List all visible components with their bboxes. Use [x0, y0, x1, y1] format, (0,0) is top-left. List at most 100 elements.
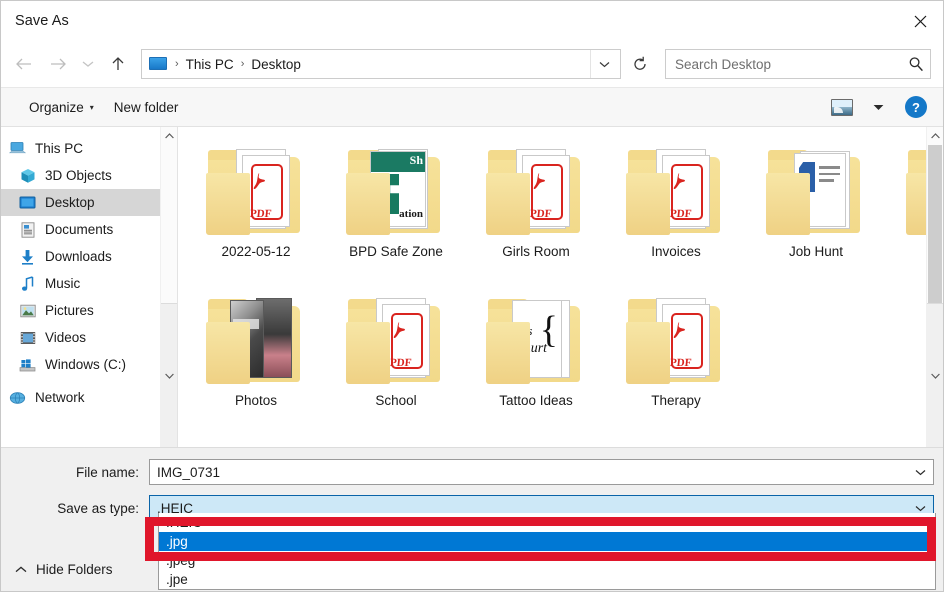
downloads-icon — [19, 248, 36, 265]
file-item[interactable]: Job Hunt — [746, 141, 886, 290]
sidebar-label: 3D Objects — [45, 168, 112, 183]
file-label: Photos — [235, 393, 277, 408]
sidebar-label: Windows (C:) — [45, 357, 126, 372]
forward-button[interactable] — [41, 47, 75, 81]
file-item[interactable]: Sh ation BPD Safe Zone — [326, 141, 466, 290]
search-input[interactable] — [675, 57, 908, 72]
file-item[interactable]: PDF Invoices — [606, 141, 746, 290]
change-view-button[interactable] — [825, 93, 859, 121]
this-pc-icon — [9, 140, 26, 157]
file-item[interactable]: PDF Therapy — [606, 290, 746, 439]
dropdown-option-heic[interactable]: .HEIC — [159, 513, 935, 532]
address-bar[interactable]: › This PC › Desktop — [141, 49, 621, 79]
organize-label: Organize — [29, 100, 84, 115]
up-one-level-button[interactable] — [101, 47, 135, 81]
desktop-monitor-icon — [149, 57, 167, 72]
recent-locations-button[interactable] — [75, 47, 101, 81]
sidebar-item-music[interactable]: Music — [1, 270, 177, 297]
new-folder-label: New folder — [114, 100, 179, 115]
folder-icon-pdf: PDF — [624, 147, 728, 239]
dropdown-option-jpg[interactable]: .jpg — [159, 532, 935, 551]
sidebar-label: Network — [35, 390, 85, 405]
toolbar-right-group: ? — [825, 93, 933, 121]
sidebar-label: Desktop — [45, 195, 95, 210]
pdf-logo-icon — [672, 172, 686, 190]
dropdown-option-jpe[interactable]: .jpe — [159, 570, 935, 589]
preview-text-lines — [819, 166, 840, 186]
help-button[interactable]: ? — [905, 96, 927, 118]
title-bar: Save As — [1, 1, 943, 41]
sidebar-label: Downloads — [45, 249, 112, 264]
sidebar-scroll-up-button[interactable] — [161, 127, 177, 144]
file-scroll-up-button[interactable] — [927, 127, 943, 144]
sidebar-item-pictures[interactable]: Pictures — [1, 297, 177, 324]
close-button[interactable] — [897, 1, 943, 41]
sidebar-item-this-pc[interactable]: This PC — [1, 135, 177, 162]
network-icon — [9, 389, 26, 406]
file-name-field[interactable]: IMG_0731 — [149, 459, 934, 485]
file-scroll-down-button[interactable] — [927, 303, 943, 447]
pdf-logo-icon — [672, 321, 686, 339]
folder-icon-pdf: PDF — [204, 147, 308, 239]
file-item[interactable]: PDF Girls Room — [466, 141, 606, 290]
chevron-down-icon — [165, 373, 174, 379]
file-pane-scrollbar[interactable] — [926, 127, 943, 447]
dropdown-option-jpeg[interactable]: .jpeg — [159, 551, 935, 570]
pdf-logo-icon — [392, 321, 406, 339]
hide-folders-button[interactable]: Hide Folders — [15, 562, 113, 577]
file-label: 2022-05-12 — [221, 244, 290, 259]
chevron-down-icon — [82, 60, 94, 68]
file-item[interactable]: Photos — [186, 290, 326, 439]
file-item[interactable]: PDF School — [326, 290, 466, 439]
save-as-type-label: Save as type: — [1, 501, 149, 516]
arrow-left-icon — [15, 57, 33, 71]
dropdown-option-label: .jpg — [166, 534, 188, 549]
navigation-bar: › This PC › Desktop — [1, 41, 943, 87]
breadcrumb-desktop[interactable]: Desktop — [246, 57, 306, 72]
sidebar-item-desktop[interactable]: Desktop — [1, 189, 177, 216]
music-icon — [19, 275, 36, 292]
organize-button[interactable]: Organize ▾ — [19, 95, 104, 120]
sidebar-item-downloads[interactable]: Downloads — [1, 243, 177, 270]
refresh-button[interactable] — [623, 49, 657, 79]
save-as-type-dropdown-list[interactable]: .HEIC .jpg .jpeg .jpe — [158, 513, 936, 590]
sidebar-label: Videos — [45, 330, 86, 345]
hide-folders-label: Hide Folders — [36, 562, 113, 577]
pdf-badge: PDF — [249, 208, 272, 220]
sidebar-item-network[interactable]: Network — [1, 384, 177, 411]
desktop-icon — [19, 194, 36, 211]
file-item[interactable]: PDF 2022-05-12 — [186, 141, 326, 290]
save-as-dialog: Save As — [0, 0, 944, 592]
file-name-dropdown-button[interactable] — [907, 460, 933, 484]
breadcrumb-this-pc[interactable]: This PC — [181, 57, 239, 72]
back-button[interactable] — [7, 47, 41, 81]
chevron-down-icon — [915, 505, 926, 512]
dialog-body: This PC 3D Objects — [1, 127, 943, 447]
chevron-down-icon — [931, 373, 940, 379]
sidebar-scrollbar[interactable] — [160, 127, 177, 447]
view-layout-icon — [831, 99, 853, 116]
file-item[interactable]: { rt’s y hurt Tattoo Ideas — [466, 290, 606, 439]
search-box[interactable] — [665, 49, 931, 79]
folder-icon-word-doc — [764, 147, 868, 239]
chevron-down-icon — [599, 61, 610, 68]
sidebar-item-videos[interactable]: Videos — [1, 324, 177, 351]
arrow-right-icon — [49, 57, 67, 71]
file-label: School — [375, 393, 416, 408]
folder-icon-green-doc: Sh ation — [344, 147, 448, 239]
address-dropdown-button[interactable] — [590, 50, 618, 78]
sidebar-label: This PC — [35, 141, 83, 156]
new-folder-button[interactable]: New folder — [104, 95, 189, 120]
sidebar-item-documents[interactable]: Documents — [1, 216, 177, 243]
sidebar-item-3d-objects[interactable]: 3D Objects — [1, 162, 177, 189]
sidebar-scroll-down-button[interactable] — [161, 303, 177, 447]
view-options-button[interactable] — [861, 93, 895, 121]
sidebar-item-windows-c[interactable]: Windows (C:) — [1, 351, 177, 378]
pdf-badge: PDF — [669, 208, 692, 220]
videos-icon — [19, 329, 36, 346]
dropdown-option-label: .jpeg — [166, 553, 195, 568]
folder-icon-script-art: { rt’s y hurt — [484, 296, 588, 388]
breadcrumb-separator: › — [239, 58, 247, 70]
command-toolbar: Organize ▾ New folder ? — [1, 87, 943, 127]
close-icon — [914, 15, 927, 28]
